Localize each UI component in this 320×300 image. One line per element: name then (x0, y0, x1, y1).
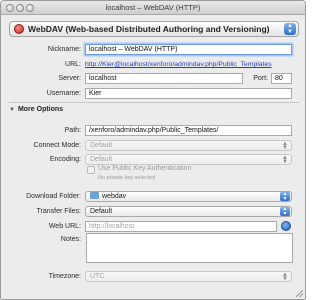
web-url-field[interactable]: http://localhost (85, 221, 277, 232)
path-field[interactable]: /xenforo/admindav.php/Public_Templates/ (85, 125, 292, 136)
transfer-files-value: Default (90, 208, 113, 215)
encoding-label: Encoding: (49, 156, 81, 163)
globe-icon[interactable] (281, 221, 291, 231)
url-link[interactable]: http://Kier@localhost/xenforo/admindav.p… (85, 61, 272, 68)
encoding-select[interactable]: Default ▲ ▼ (85, 154, 292, 165)
timezone-label: Timezone: (48, 273, 81, 280)
chevron-updown-icon: ▲ ▼ (282, 155, 288, 165)
transfer-files-label: Transfer Files: (36, 208, 81, 215)
section-divider (9, 102, 299, 103)
folder-icon (90, 192, 99, 199)
timezone-value: UTC (90, 273, 105, 280)
timezone-select[interactable]: UTC ▲ ▼ (85, 271, 292, 282)
more-options-toggle[interactable]: ▼ More Options (9, 106, 63, 113)
chevron-updown-icon: ▲ ▼ (284, 23, 296, 35)
path-label: Path: (64, 127, 81, 134)
port-field[interactable]: 80 (271, 73, 292, 84)
webdav-protocol-icon (14, 24, 24, 34)
connect-mode-select[interactable]: Default ▲ ▼ (85, 140, 292, 151)
chevron-updown-icon: ▲ ▼ (280, 192, 290, 201)
username-label: Username: (46, 90, 81, 97)
notes-textarea[interactable] (86, 233, 293, 263)
connect-mode-value: Default (90, 142, 113, 149)
disclosure-triangle-icon: ▼ (9, 107, 15, 113)
download-folder-select[interactable]: webdav ▲ ▼ (85, 191, 292, 202)
server-label: Server: (58, 75, 81, 82)
bookmark-window: localhost – WebDAV (HTTP) WebDAV (Web-ba… (0, 0, 306, 300)
chevron-updown-icon: ▲ ▼ (282, 141, 288, 151)
download-folder-label: Download Folder: (26, 193, 81, 200)
chevron-updown-icon: ▲ ▼ (282, 272, 288, 282)
chevron-updown-icon: ▲ ▼ (280, 207, 290, 216)
private-key-hint: No private key selected (98, 175, 156, 181)
transfer-files-select[interactable]: Default ▲ ▼ (85, 206, 292, 217)
nickname-label: Nickname: (47, 46, 81, 53)
resize-grip[interactable] (296, 290, 303, 297)
server-field[interactable]: localhost (85, 73, 243, 84)
web-url-label: Web URL: (48, 223, 81, 230)
download-folder-value: webdav (102, 193, 127, 200)
protocol-label: WebDAV (Web-based Distributed Authoring … (28, 24, 270, 34)
title-bar[interactable]: localhost – WebDAV (HTTP) (1, 1, 305, 15)
window-title: localhost – WebDAV (HTTP) (105, 3, 201, 12)
public-key-checkbox[interactable] (87, 166, 95, 174)
notes-label: Notes: (60, 236, 81, 243)
public-key-label: Use Public Key Authentication (98, 165, 192, 172)
nickname-field[interactable]: localhost – WebDAV (HTTP) (85, 44, 292, 55)
connect-mode-label: Connect Mode: (33, 142, 81, 149)
encoding-value: Default (90, 156, 113, 163)
username-field[interactable]: Kier (85, 88, 292, 99)
more-options-title: More Options (17, 106, 64, 113)
port-label: Port: (253, 75, 268, 82)
url-label: URL: (65, 61, 81, 68)
protocol-select[interactable]: WebDAV (Web-based Distributed Authoring … (9, 21, 299, 37)
